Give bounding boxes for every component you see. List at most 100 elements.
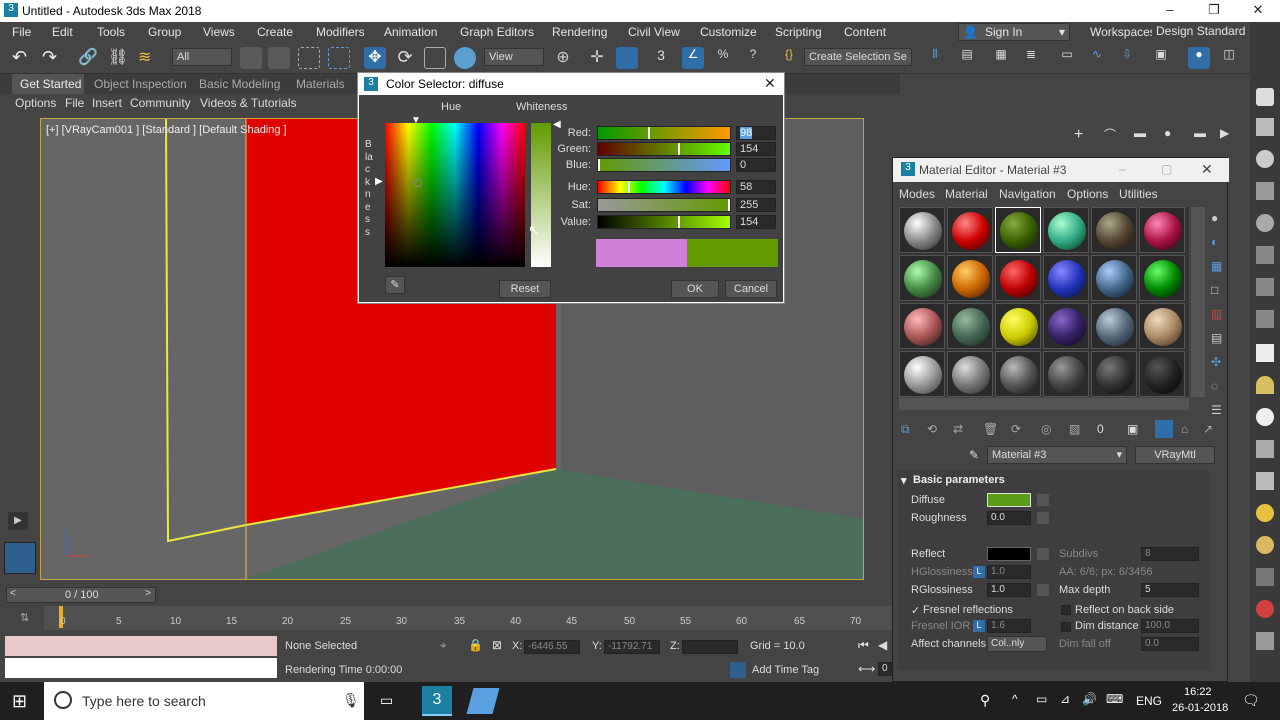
unlink-icon[interactable]: ⛓ bbox=[108, 47, 130, 69]
sample-slot-6[interactable] bbox=[1139, 207, 1185, 253]
blue-slider-thumb[interactable] bbox=[598, 159, 600, 171]
grid-icon[interactable] bbox=[1256, 568, 1274, 586]
rectangular-selection-icon[interactable] bbox=[298, 47, 320, 69]
vray-tools-icon[interactable] bbox=[1256, 246, 1274, 264]
dome-light-icon[interactable] bbox=[1256, 376, 1274, 394]
time-slider-next-icon[interactable]: > bbox=[145, 588, 151, 599]
menu-customize[interactable]: Customize bbox=[700, 25, 757, 39]
mat-menu-options[interactable]: Options bbox=[1067, 187, 1108, 201]
sample-slots-vscroll[interactable] bbox=[1191, 207, 1205, 397]
tab-object-inspection[interactable]: Object Inspection bbox=[94, 77, 187, 91]
reflect-map-button[interactable] bbox=[1037, 548, 1049, 560]
helper-icon[interactable] bbox=[1256, 632, 1274, 650]
green-slider[interactable] bbox=[597, 142, 731, 156]
video-color-check-icon[interactable]: ▥ bbox=[1211, 307, 1222, 321]
whiteness-bar[interactable] bbox=[531, 123, 551, 267]
rendered-frame-window-icon[interactable]: ◫ bbox=[1218, 47, 1240, 69]
app-taskbar-icon[interactable] bbox=[466, 688, 500, 714]
volume-icon[interactable]: 🔊 bbox=[1082, 692, 1097, 706]
roughness-field[interactable]: 0.0 bbox=[987, 511, 1031, 525]
menu-modifiers[interactable]: Modifiers bbox=[316, 25, 365, 39]
fresnel-checkbox[interactable]: ✓ bbox=[911, 604, 920, 617]
sphere-light-icon[interactable] bbox=[1256, 214, 1274, 232]
motion-tab-icon[interactable]: ● bbox=[1164, 126, 1171, 140]
rotate-icon[interactable]: ⟳ bbox=[394, 47, 416, 69]
key-mode-icon[interactable]: ⟷ bbox=[858, 662, 875, 676]
named-selection-set-dropdown[interactable]: Create Selection Se bbox=[804, 48, 912, 66]
value-spinner[interactable]: 154 bbox=[736, 215, 776, 229]
green-spinner[interactable]: 154 bbox=[736, 142, 776, 156]
sample-slot-10[interactable] bbox=[1043, 255, 1089, 301]
reference-coordinate-dropdown[interactable]: View bbox=[484, 48, 544, 66]
dim-falloff-field[interactable]: 0.0 bbox=[1141, 637, 1199, 651]
mat-menu-navigation[interactable]: Navigation bbox=[999, 187, 1056, 201]
light-icon[interactable] bbox=[1256, 150, 1274, 168]
add-time-tag[interactable]: Add Time Tag bbox=[752, 664, 819, 676]
mirror-icon[interactable]: ⫴ bbox=[924, 47, 946, 69]
red-slider-thumb[interactable] bbox=[648, 127, 650, 139]
reflect-back-checkbox[interactable] bbox=[1061, 605, 1071, 615]
cone-icon[interactable] bbox=[1256, 472, 1274, 490]
sun-icon[interactable] bbox=[1256, 504, 1274, 522]
reflect-color-swatch[interactable] bbox=[987, 547, 1031, 561]
rollout-title[interactable]: Basic parameters bbox=[913, 474, 1005, 486]
selection-filter-dropdown[interactable]: All bbox=[172, 48, 232, 66]
language-indicator[interactable]: ENG bbox=[1136, 694, 1162, 708]
plane-icon[interactable] bbox=[1256, 344, 1274, 362]
task-view-icon[interactable]: ▭ bbox=[380, 692, 393, 709]
hue-spinner[interactable]: 58 bbox=[736, 180, 776, 194]
assign-material-icon[interactable]: ⇄ bbox=[953, 422, 963, 436]
blackness-pointer-icon[interactable]: ▶ bbox=[375, 176, 383, 187]
tab-materials[interactable]: Materials bbox=[296, 77, 345, 91]
subtab-videos-tutorials[interactable]: Videos & Tutorials bbox=[200, 96, 297, 110]
window-crossing-icon[interactable] bbox=[328, 47, 350, 69]
sample-slots-hscroll[interactable] bbox=[899, 398, 1189, 410]
sphere-icon[interactable] bbox=[1256, 408, 1274, 426]
sample-slot-14[interactable] bbox=[947, 303, 993, 349]
make-preview-icon[interactable]: ▤ bbox=[1211, 331, 1222, 345]
selection-lock-icon[interactable]: 🔒 bbox=[468, 638, 483, 652]
mini-curve-editor-icon[interactable]: ⇅ bbox=[20, 611, 29, 624]
menu-civil-view[interactable]: Civil View bbox=[628, 25, 680, 39]
maxscript-listener-pink[interactable] bbox=[5, 636, 277, 656]
render-icon[interactable] bbox=[1256, 88, 1274, 106]
maximize-icon[interactable]: ❐ bbox=[1204, 2, 1224, 18]
menu-views[interactable]: Views bbox=[203, 25, 235, 39]
subdivs-field[interactable]: 8 bbox=[1141, 547, 1199, 561]
go-forward-sibling-icon[interactable]: ↗ bbox=[1203, 422, 1213, 436]
align-icon[interactable]: ▤ bbox=[956, 47, 978, 69]
microphone-icon[interactable]: 🎙 bbox=[342, 692, 360, 709]
subtab-options[interactable]: Options bbox=[15, 96, 56, 110]
rollout-collapse-icon[interactable]: ▾ bbox=[901, 474, 907, 487]
menu-content[interactable]: Content bbox=[844, 25, 886, 39]
options-icon[interactable]: ✣ bbox=[1211, 355, 1221, 369]
undo-icon[interactable]: ↶ bbox=[12, 47, 34, 69]
dome-icon[interactable] bbox=[1256, 278, 1274, 296]
play-icon[interactable]: ▶ bbox=[8, 512, 28, 530]
sat-spinner[interactable]: 255 bbox=[736, 198, 776, 212]
rglossiness-field[interactable]: 1.0 bbox=[987, 583, 1031, 597]
material-map-navigator-icon[interactable]: ☰ bbox=[1211, 403, 1222, 417]
viewport-label[interactable]: [+] [VRayCam001 ] [Standard ] [Default S… bbox=[46, 124, 287, 136]
material-id-icon[interactable]: ▧ bbox=[1069, 422, 1080, 436]
pick-material-icon[interactable]: ✎ bbox=[969, 448, 979, 462]
hglossiness-lock-icon[interactable]: L bbox=[973, 566, 985, 578]
action-center-icon[interactable]: 🗨 bbox=[1242, 692, 1260, 709]
reset-map-icon[interactable]: 🗑 bbox=[983, 422, 998, 436]
sample-type-icon[interactable]: ● bbox=[1211, 211, 1218, 225]
put-material-icon[interactable]: ⟲ bbox=[927, 422, 937, 436]
x-coordinate-field[interactable]: -6446.55 bbox=[524, 640, 580, 654]
material-editor-minimize-icon[interactable]: – bbox=[1119, 162, 1126, 176]
show-shaded-material-icon[interactable]: ▣ bbox=[1127, 422, 1138, 436]
hierarchy-tab-icon[interactable]: ▬ bbox=[1134, 126, 1146, 140]
material-editor-close-icon[interactable]: ✕ bbox=[1201, 161, 1213, 178]
sample-slot-5[interactable] bbox=[1091, 207, 1137, 253]
3dsmax-taskbar-icon[interactable]: 3 bbox=[422, 686, 452, 716]
sat-slider-thumb[interactable] bbox=[728, 199, 730, 211]
rglossiness-map-button[interactable] bbox=[1037, 584, 1049, 596]
menu-group[interactable]: Group bbox=[148, 25, 181, 39]
color-picker-cursor[interactable] bbox=[414, 179, 422, 187]
redo-icon[interactable]: ↷ bbox=[42, 47, 64, 69]
fresnel-ior-field[interactable]: 1.6 bbox=[987, 619, 1031, 633]
affect-channels-dropdown[interactable]: Col..nly bbox=[987, 636, 1047, 652]
